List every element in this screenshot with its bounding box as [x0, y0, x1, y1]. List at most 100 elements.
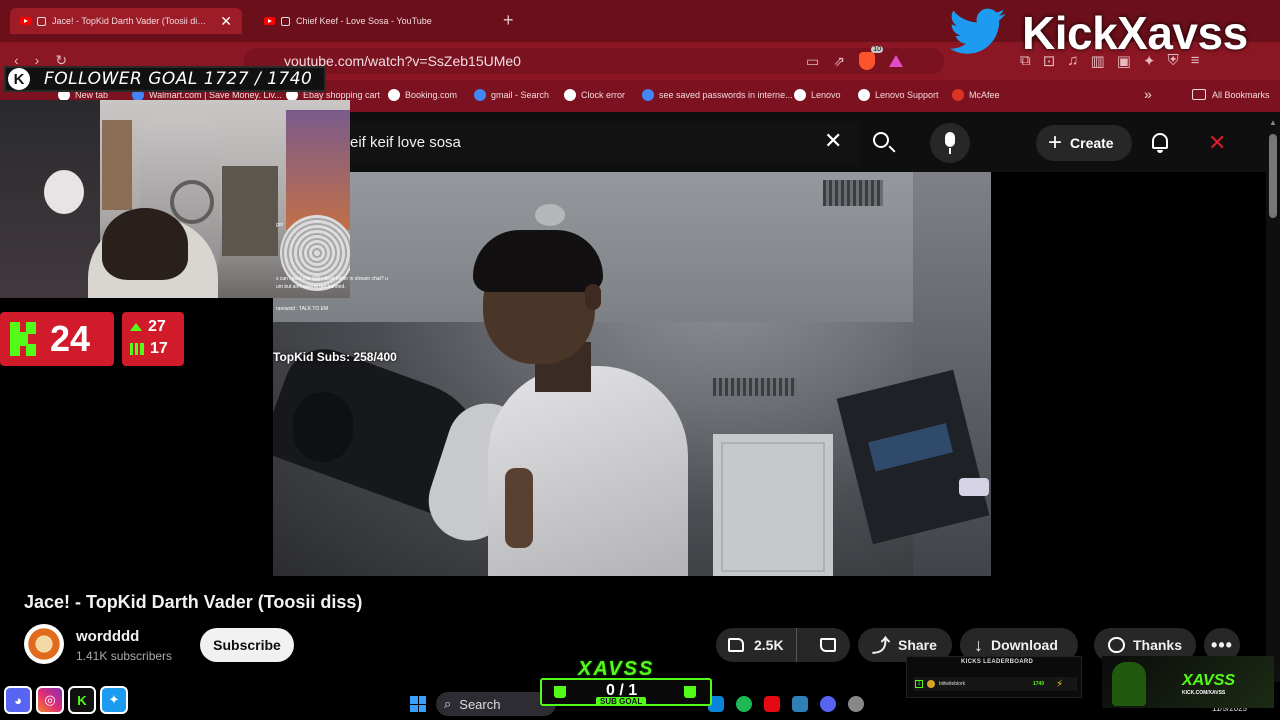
tab-title: Chief Keef - Love Sosa - YouTube [296, 16, 432, 26]
youtube-icon [264, 17, 275, 25]
like-button[interactable]: 2.5K [716, 628, 798, 662]
kick-icon: K [8, 68, 30, 90]
video-air-vent [823, 180, 883, 206]
follower-goal-text: FOLLOWER GOAL 1727 / 1740 [44, 69, 313, 89]
streamer-logo: XAVSS KICK.COM/XAVSS [1102, 656, 1274, 708]
notifications-button[interactable] [1150, 132, 1170, 154]
create-button[interactable]: + Create [1036, 125, 1132, 161]
channel-subscriber-count: 1.41K subscribers [76, 649, 173, 663]
tab-inactive[interactable]: Chief Keef - Love Sosa - YouTube [254, 8, 490, 34]
video-person-ear [585, 284, 601, 310]
account-avatar[interactable]: ✕ [1208, 130, 1226, 156]
bookmark-item[interactable]: McAfee [952, 89, 1000, 101]
like-dislike-group: 2.5K [716, 628, 850, 662]
bookmark-item[interactable]: see saved passwords in interne... [642, 89, 793, 101]
webcam-poster [222, 166, 278, 256]
share-icon[interactable]: ⇗ [833, 53, 845, 70]
chevron-double-right-icon[interactable]: » [1144, 86, 1152, 102]
stat-row: 17 [130, 340, 168, 358]
scroll-up-arrow[interactable]: ▲ [1269, 118, 1277, 127]
search-icon [873, 132, 889, 148]
discord-icon: ◕ [4, 686, 32, 714]
subscribe-button[interactable]: Subscribe [200, 628, 294, 662]
social-icons: ◕ ◎ K ✦ [4, 686, 128, 714]
windows-start-icon[interactable] [410, 696, 426, 712]
download-icon: ↓ [974, 634, 983, 655]
channel-avatar[interactable] [24, 624, 64, 664]
search-icon [474, 89, 486, 101]
stat-value: 27 [148, 318, 166, 335]
tab-active[interactable]: Jace! - TopKid Darth Vader (Toosii diss)… [10, 8, 242, 34]
all-bookmarks-button[interactable]: All Bookmarks [1192, 89, 1270, 100]
search-button[interactable] [862, 122, 904, 164]
taskbar-apps [708, 696, 864, 712]
discord-icon[interactable] [820, 696, 836, 712]
bookmark-item[interactable]: Booking.com [388, 89, 457, 101]
video-smoke-detector [535, 204, 565, 226]
twitter-icon: ✦ [100, 686, 128, 714]
leaderboard-name: biitwiteblork [939, 681, 966, 687]
globe-icon [564, 89, 576, 101]
globe-icon [388, 89, 400, 101]
scrollbar-thumb[interactable] [1269, 134, 1277, 218]
create-label: Create [1070, 135, 1114, 151]
chat-message: rarewzid : TALK TO EM [276, 306, 329, 312]
bell-icon [1152, 133, 1168, 149]
leaderboard-value: 1740 [1033, 681, 1045, 687]
microphone-stand [949, 148, 951, 154]
thumbs-down-icon [819, 638, 836, 652]
bookmark-item[interactable]: Lenovo [794, 89, 841, 101]
like-count: 2.5K [754, 637, 784, 653]
thumbs-up-icon [728, 638, 744, 652]
leaderboard-title: KICKS LEADERBOARD [961, 659, 1034, 665]
medal-icon [927, 680, 935, 688]
microphone-icon [945, 132, 955, 147]
video-air-vent [713, 378, 797, 396]
clear-icon[interactable]: ✕ [824, 128, 842, 154]
webcam-poster-art [44, 170, 84, 214]
channel-name[interactable]: wordddd [76, 628, 139, 645]
logo-url: KICK.COM/XAVSS [1182, 690, 1226, 696]
webcam-person-head [102, 208, 188, 280]
brave-shield-icon[interactable]: 10 [858, 46, 883, 70]
new-tab-button[interactable]: + [503, 10, 514, 31]
bookmark-item[interactable]: gmail - Search [474, 89, 549, 101]
taskbar-search[interactable]: ⌕ Search [436, 692, 556, 716]
video-light [959, 478, 989, 496]
bookmark-item[interactable]: Lenovo Support [858, 89, 939, 101]
mcafee-icon [952, 89, 964, 101]
logo-brand: XAVSS [1182, 672, 1236, 689]
search-icon: ⌕ [444, 696, 452, 711]
settings-icon[interactable] [848, 696, 864, 712]
more-icon: ••• [1211, 634, 1233, 655]
search-query: eif keif love sosa [350, 134, 461, 151]
logo-figure [1112, 662, 1146, 706]
bar-chart-icon [130, 343, 144, 355]
kicks-leaderboard: KICKS LEADERBOARD 1 biitwiteblork 1740 ⚡ [906, 656, 1082, 698]
globe-icon [794, 89, 806, 101]
folder-icon[interactable] [792, 696, 808, 712]
lightning-icon: ⚡ [1056, 678, 1064, 690]
spotify-icon[interactable] [736, 696, 752, 712]
plus-icon: + [1048, 129, 1063, 156]
instagram-icon: ◎ [36, 686, 64, 714]
share-icon: ⤴ [872, 636, 890, 656]
video-door-panel [721, 442, 825, 572]
dislike-button[interactable] [805, 638, 850, 652]
netflix-icon[interactable] [764, 696, 780, 712]
scrollbar[interactable]: ▲ [1266, 112, 1280, 682]
bookmark-item[interactable]: Clock error [564, 89, 625, 101]
cast-icon[interactable]: ▭ [806, 53, 819, 70]
streamer-brand: KickXavss [1022, 7, 1248, 59]
brave-badge: 10 [871, 46, 883, 53]
sub-goal-label: SUB GOAL [596, 697, 647, 706]
sub-goal-widget: XAVSS 0 / 1 SUB GOAL [540, 658, 712, 708]
chat-message: got [276, 222, 283, 228]
rewards-icon[interactable] [888, 55, 903, 67]
chat-message: um but ain't wanna get banned. [276, 284, 346, 290]
globe-icon [858, 89, 870, 101]
viewer-count-box: 24 [0, 312, 114, 366]
webcam-poster [102, 120, 132, 210]
voice-search-button[interactable] [930, 123, 970, 163]
close-icon[interactable]: ✕ [220, 13, 232, 30]
